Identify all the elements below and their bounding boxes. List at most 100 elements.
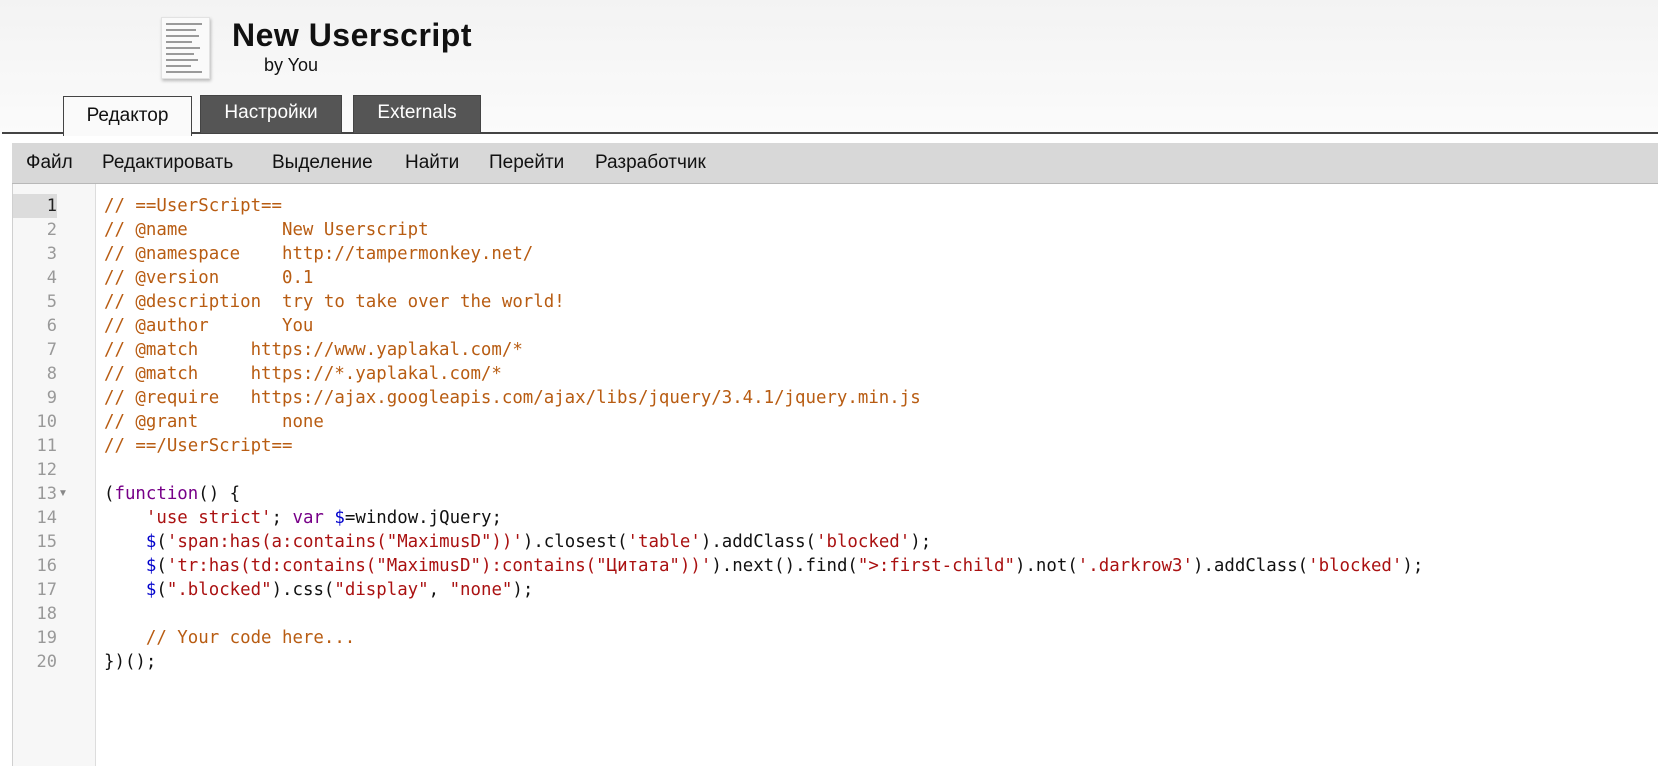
line-number: 3 (46, 244, 57, 264)
code-token: // @author You (104, 316, 314, 336)
code-token: =window.jQuery; (344, 508, 502, 528)
line-number-gutter: 1 2 3 4 5 6 7 8 9 10 11 12 13 ▼ 14 15 16 17 18 19 20 (13, 184, 96, 766)
code-token: ).addClass( (700, 532, 817, 552)
code-token: // @match https://*.yaplakal.com/* (104, 364, 502, 384)
code-token: $ (334, 508, 345, 528)
code-line[interactable]: // @description try to take over the wor… (104, 290, 565, 314)
code-token: })(); (104, 652, 157, 672)
line-number: 6 (46, 316, 57, 336)
fold-toggle-icon[interactable]: ▼ (58, 482, 72, 506)
editor-menu-bar: Файл Редактировать Выделение Найти Перей… (12, 143, 1658, 184)
line-number: 8 (46, 364, 57, 384)
code-token: // ==UserScript== (104, 196, 282, 216)
menu-goto[interactable]: Перейти (489, 143, 564, 183)
code-token: ".blocked" (166, 580, 272, 600)
code-token: ).css( (271, 580, 335, 600)
code-line[interactable]: $('span:has(a:contains("MaximusD"))').cl… (104, 530, 931, 554)
code-line[interactable]: // @name New Userscript (104, 218, 429, 242)
code-token: '.darkrow3' (1077, 556, 1193, 576)
menu-file[interactable]: Файл (26, 143, 73, 183)
code-line[interactable]: // @author You (104, 314, 313, 338)
code-token: 'tr:has(td:contains("MaximusD"):contains… (166, 556, 712, 576)
tab-externals[interactable]: Externals (353, 95, 481, 133)
line-number: 13 (36, 484, 57, 504)
line-number: 7 (46, 340, 57, 360)
code-token: ( (104, 484, 115, 504)
line-number: 16 (36, 556, 57, 576)
code-token: ).next().find( (711, 556, 858, 576)
code-token: // @grant none (104, 412, 324, 432)
script-title: New Userscript (232, 17, 472, 53)
line-number: 2 (46, 220, 57, 240)
code-editor[interactable]: 1 2 3 4 5 6 7 8 9 10 11 12 13 ▼ 14 15 16 17 18 19 20 // ==Us… (12, 184, 1658, 766)
line-number: 15 (36, 532, 57, 552)
code-token: ).not( (1014, 556, 1078, 576)
code-token: // @match https://www.yaplakal.com/* (104, 340, 523, 360)
code-token: function (114, 484, 199, 504)
line-number: 5 (46, 292, 57, 312)
code-token: ">:first-child" (857, 556, 1015, 576)
code-token: 'blocked' (1308, 556, 1403, 576)
menu-developer[interactable]: Разработчик (595, 143, 706, 183)
code-line[interactable]: (function() { (104, 482, 240, 506)
code-token: $ (145, 556, 157, 576)
line-number: 4 (46, 268, 57, 288)
code-line[interactable]: // @require https://ajax.googleapis.com/… (104, 386, 921, 410)
code-token: ); (910, 532, 932, 552)
code-line[interactable]: })(); (104, 650, 156, 674)
code-token: ); (512, 580, 534, 600)
line-number: 12 (36, 460, 57, 480)
line-number: 1 (13, 194, 57, 218)
menu-find[interactable]: Найти (405, 143, 459, 183)
code-token: ( (156, 556, 167, 576)
code-token: ).closest( (522, 532, 628, 552)
userscript-thumbnail-icon (161, 17, 210, 79)
menu-edit[interactable]: Редактировать (102, 143, 233, 183)
code-token: // Your code here... (104, 628, 356, 648)
code-token: // ==/UserScript== (104, 436, 293, 456)
menu-selection[interactable]: Выделение (272, 143, 373, 183)
code-token: // @name New Userscript (104, 220, 429, 240)
code-line[interactable]: // @grant none (104, 410, 324, 434)
code-token: 'table' (627, 532, 701, 552)
line-number: 19 (36, 628, 57, 648)
code-token: () { (198, 484, 241, 504)
code-token: // @version 0.1 (104, 268, 314, 288)
line-number: 10 (36, 412, 57, 432)
line-number: 11 (36, 436, 57, 456)
code-line[interactable]: // @match https://*.yaplakal.com/* (104, 362, 502, 386)
code-token: ( (156, 532, 167, 552)
code-line[interactable]: 'use strict'; var $=window.jQuery; (104, 506, 502, 530)
tab-editor[interactable]: Редактор (63, 96, 192, 136)
tampermonkey-editor-page: New Userscript by You Редактор Настройки… (0, 0, 1658, 766)
tab-settings[interactable]: Настройки (200, 95, 342, 133)
code-line[interactable]: // Your code here... (104, 626, 355, 650)
line-number: 14 (36, 508, 57, 528)
line-number: 9 (46, 388, 57, 408)
code-token: ( (156, 580, 167, 600)
code-token: var (292, 508, 324, 528)
code-token: "display" (334, 580, 429, 600)
code-token: 'span:has(a:contains("MaximusD"))' (166, 532, 523, 552)
code-token: $ (145, 532, 157, 552)
script-author: by You (264, 55, 319, 75)
code-line[interactable]: // ==UserScript== (104, 194, 282, 218)
code-token: // @namespace http://tampermonkey.net/ (104, 244, 534, 264)
code-line[interactable]: // ==/UserScript== (104, 434, 292, 458)
code-line[interactable]: // @match https://www.yaplakal.com/* (104, 338, 523, 362)
code-line[interactable]: $('tr:has(td:contains("MaximusD"):contai… (104, 554, 1423, 578)
code-line[interactable]: $(".blocked").css("display", "none"); (104, 578, 533, 602)
code-line[interactable]: // @namespace http://tampermonkey.net/ (104, 242, 533, 266)
line-number: 17 (36, 580, 57, 600)
code-token: // @description try to take over the wor… (104, 292, 565, 312)
code-token: // @require https://ajax.googleapis.com/… (104, 388, 921, 408)
tab-bar: Редактор Настройки Externals (0, 93, 1658, 136)
code-token: ); (1402, 556, 1424, 576)
code-line[interactable]: // @version 0.1 (104, 266, 313, 290)
line-number: 18 (36, 604, 57, 624)
